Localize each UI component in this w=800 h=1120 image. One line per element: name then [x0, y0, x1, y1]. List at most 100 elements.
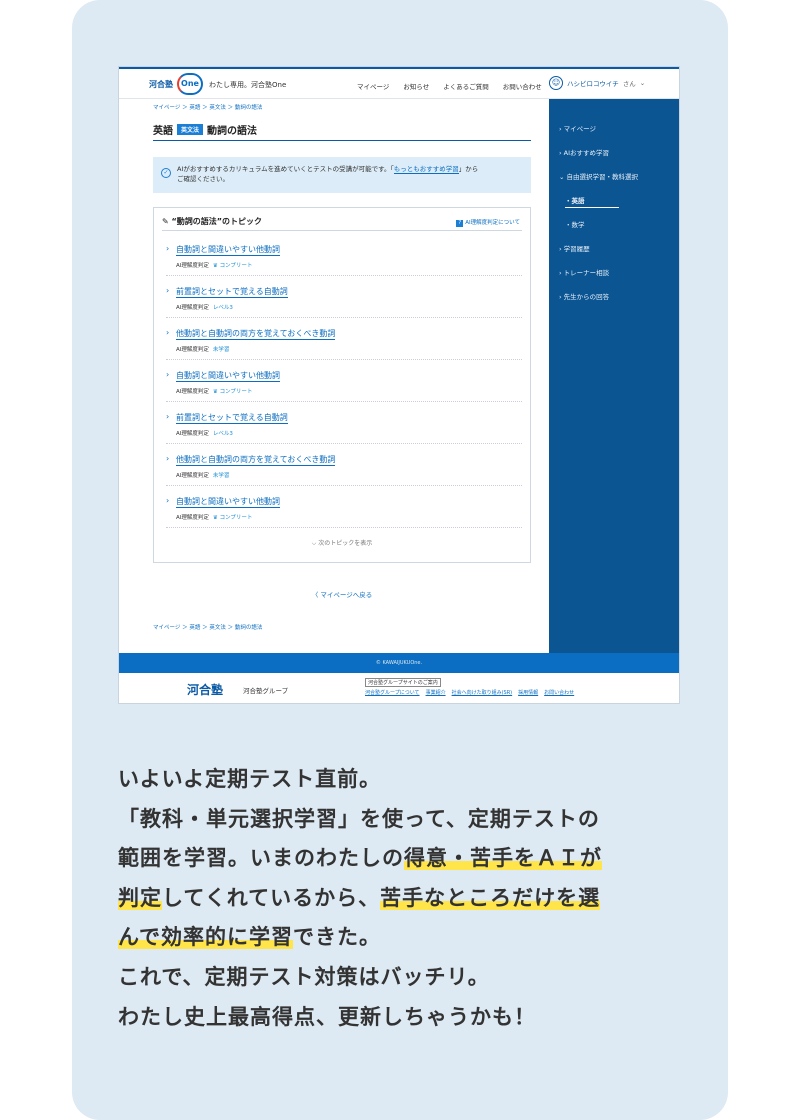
topic-name[interactable]: 前置詞とセットで覚える自動詞 [176, 412, 288, 424]
text-line-4: 判定してくれているから、苦手なところだけを選 [118, 879, 698, 919]
text-line-6: これで、定期テスト対策はバッチリ。 [118, 964, 490, 989]
topic-judge: AI理解度判定 レベル3 [176, 303, 233, 311]
text-3a: 範囲を学習。いまのわたしの [118, 846, 404, 871]
judge-label: AI理解度判定 [176, 515, 209, 521]
topic-judge: AI理解度判定 未学習 [176, 345, 229, 353]
footer-logo[interactable]: 河合塾 [187, 681, 223, 698]
sidebar-sub-math[interactable]: ・数学 [565, 219, 585, 229]
topic-row[interactable]: › 前置詞とセットで覚える自動詞 AI理解度判定 レベル3 [166, 276, 522, 318]
chevron-right-icon: › [166, 412, 170, 421]
sidebar-item-ai-recommend[interactable]: › AIおすすめ学習 [559, 147, 609, 157]
topic-row[interactable]: › 自動詞と間違いやすい他動詞 AI理解度判定 ♛ コンプリート [166, 360, 522, 402]
app-screenshot: 河合塾 One わたし専用。河合塾One マイページ お知らせ よくあるご質問 … [118, 66, 680, 704]
topic-row[interactable]: › 他動詞と自動詞の両方を覚えておくべき動詞 AI理解度判定 未学習 [166, 444, 522, 486]
judge-label: AI理解度判定 [176, 305, 209, 311]
copyright-bar: © KAWAIJUKUOne. [119, 653, 679, 673]
judge-label: AI理解度判定 [176, 431, 209, 437]
sidebar-item-history[interactable]: › 学習履歴 [559, 243, 590, 253]
category-badge: 英文法 [177, 124, 204, 135]
judge-label: AI理解度判定 [176, 473, 209, 479]
divider [162, 230, 522, 231]
page-title: 英語 英文法 動詞の語法 [153, 123, 531, 141]
logo-one-mark[interactable]: One [177, 73, 203, 95]
chevron-right-icon: › [166, 454, 170, 463]
sidebar-item-mypage[interactable]: › マイページ [559, 123, 596, 133]
chevron-right-icon: › [166, 370, 170, 379]
judge-value: レベル3 [212, 305, 233, 311]
footer-links: 河合塾グループについて 事業紹介 社会へ向けた取り組み(SR) 採用情報 お問い… [365, 689, 574, 696]
nav-faq[interactable]: よくあるご質問 [443, 81, 489, 91]
nav-news[interactable]: お知らせ [403, 81, 429, 91]
nav-mypage[interactable]: マイページ [357, 81, 389, 91]
judge-value: 未学習 [212, 473, 230, 479]
footer-link-about[interactable]: 河合塾グループについて [365, 689, 420, 696]
app-header: 河合塾 One わたし専用。河合塾One マイページ お知らせ よくあるご質問 … [119, 67, 679, 99]
topic-row[interactable]: › 他動詞と自動詞の両方を覚えておくべき動詞 AI理解度判定 未学習 [166, 318, 522, 360]
show-more-topics-button[interactable]: ⌵ 次のトピックを表示 [154, 538, 530, 548]
topic-judge: AI理解度判定 ♛ コンプリート [176, 387, 252, 395]
judge-value: ♛ コンプリート [212, 263, 253, 269]
user-name: ハシビロコウイチ [567, 80, 619, 88]
topic-judge: AI理解度判定 ♛ コンプリート [176, 261, 252, 269]
judge-label: AI理解度判定 [176, 263, 209, 269]
footer-link-recruit[interactable]: 採用情報 [518, 689, 538, 696]
text-line-2: 「教科・単元選択学習」を使って、定期テストの [118, 806, 600, 831]
text-line-3: 範囲を学習。いまのわたしの得意・苦手をＡＩが [118, 839, 698, 879]
highlight-efficient: んで効率的に学習 [118, 925, 293, 950]
notice-text-2: 」から [458, 165, 479, 173]
sidebar-item-teacher-answer[interactable]: › 先生からの回答 [559, 291, 609, 301]
chevron-down-icon: ⌄ [639, 79, 646, 87]
topic-name[interactable]: 他動詞と自動詞の両方を覚えておくべき動詞 [176, 328, 336, 340]
check-icon: ✓ [161, 168, 171, 178]
topic-row[interactable]: › 自動詞と間違いやすい他動詞 AI理解度判定 ♛ コンプリート [166, 234, 522, 276]
sidebar-item-free-select[interactable]: ⌄ 自由選択学習・教科選択 [559, 171, 638, 181]
topic-judge: AI理解度判定 レベル3 [176, 429, 233, 437]
text-4b: してくれているから、 [162, 885, 381, 910]
topic-name[interactable]: 他動詞と自動詞の両方を覚えておくべき動詞 [176, 454, 336, 466]
topic-row[interactable]: › 前置詞とセットで覚える自動詞 AI理解度判定 レベル3 [166, 402, 522, 444]
topic-name[interactable]: 自動詞と間違いやすい他動詞 [176, 370, 280, 382]
notice-box: ✓ AIがおすすめするカリキュラムを進めていくとテストの受講が可能です。「もっと… [153, 157, 531, 193]
logo-subtitle: わたし専用。河合塾One [209, 81, 287, 89]
topic-name[interactable]: 自動詞と間違いやすい他動詞 [176, 496, 280, 508]
subject-label: 英語 [153, 126, 173, 137]
judge-value: ♛ コンプリート [212, 389, 253, 395]
judge-value: 未学習 [212, 347, 230, 353]
sidebar-sub-english[interactable]: ・英語 [565, 195, 619, 208]
footer-link-contact[interactable]: お問い合わせ [544, 689, 574, 696]
topic-name[interactable]: 前置詞とセットで覚える自動詞 [176, 286, 288, 298]
text-5b: できた。 [292, 925, 381, 950]
highlight-weak: 苦手なところだけを選 [380, 885, 601, 910]
ai-judge-link[interactable]: ? AI理解度判定について [456, 218, 520, 227]
nav-contact[interactable]: お問い合わせ [503, 81, 542, 91]
chevron-right-icon: › [166, 496, 170, 505]
breadcrumb[interactable]: マイページ ＞ 英語 ＞ 英文法 ＞ 動詞の語法 [153, 103, 262, 111]
description-text: いよいよ定期テスト直前。 「教科・単元選択学習」を使って、定期テストの 範囲を学… [118, 760, 698, 1037]
notice-text-1: AIがおすすめするカリキュラムを進めていくとテストの受講が可能です。「 [177, 165, 394, 173]
chevron-right-icon: › [166, 244, 170, 253]
topic-name[interactable]: 自動詞と間違いやすい他動詞 [176, 244, 280, 256]
highlight-judge: 判定 [118, 885, 162, 910]
back-to-mypage-link[interactable]: 〈 マイページへ戻る [153, 589, 531, 599]
topic-judge: AI理解度判定 ♛ コンプリート [176, 513, 252, 521]
breadcrumb-bottom[interactable]: マイページ ＞ 英語 ＞ 英文法 ＞ 動詞の語法 [153, 623, 262, 631]
footer-link-sr[interactable]: 社会へ向けた取り組み(SR) [452, 689, 513, 696]
text-line-7: わたし史上最高得点、更新しちゃうかも！ [118, 1004, 536, 1029]
logo-text[interactable]: 河合塾 [149, 79, 173, 90]
topics-title-text: “動詞の語法”のトピック [171, 217, 263, 226]
user-suffix: さん [622, 80, 636, 88]
user-menu[interactable]: ☺ ハシビロコウイチ さん ⌄ [549, 76, 645, 90]
notice-text-3: ご確認ください。 [177, 175, 229, 183]
recommend-link[interactable]: もっともおすすめ学習 [393, 165, 459, 174]
text-line-1: いよいよ定期テスト直前。 [118, 767, 382, 791]
sidebar-item-trainer[interactable]: › トレーナー相談 [559, 267, 609, 277]
footer-group-label: 河合塾グループ [243, 687, 289, 695]
unit-title: 動詞の語法 [207, 126, 258, 137]
highlight-strength: 得意・苦手をＡＩが [404, 846, 602, 871]
chevron-right-icon: › [166, 286, 170, 295]
topic-row[interactable]: › 自動詞と間違いやすい他動詞 AI理解度判定 ♛ コンプリート [166, 486, 522, 528]
topics-title: ✎ “動詞の語法”のトピック [162, 216, 262, 227]
footer-link-business[interactable]: 事業紹介 [426, 689, 446, 696]
group-site-label: 河合塾グループサイトのご案内 [365, 678, 441, 687]
judge-label: AI理解度判定 [176, 389, 209, 395]
